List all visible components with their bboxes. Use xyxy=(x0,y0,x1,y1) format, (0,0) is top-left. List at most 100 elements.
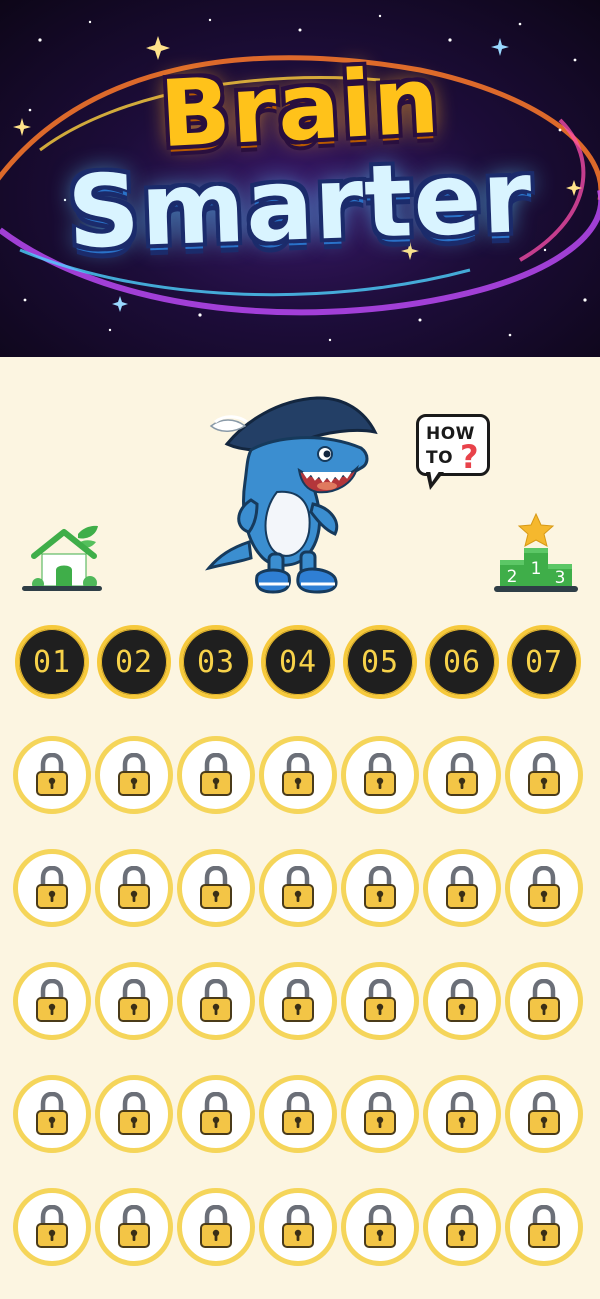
padlock-icon xyxy=(446,753,478,796)
padlock-icon xyxy=(200,1205,232,1248)
level-badge-locked xyxy=(259,849,337,927)
level-button-locked[interactable] xyxy=(257,734,339,816)
level-badge-locked xyxy=(505,962,583,1040)
podium-place-second: 2 xyxy=(507,567,518,587)
level-badge-unlocked: 06 xyxy=(425,625,499,699)
padlock-icon xyxy=(36,1092,68,1135)
padlock-icon xyxy=(364,979,396,1022)
level-badge-unlocked: 05 xyxy=(343,625,417,699)
level-badge-locked xyxy=(505,849,583,927)
level-button-locked[interactable] xyxy=(421,847,503,929)
level-badge-locked xyxy=(259,736,337,814)
level-button-locked[interactable] xyxy=(11,734,93,816)
padlock-icon xyxy=(528,866,560,909)
logo-title-line2: Smarter xyxy=(65,137,535,272)
level-button-locked[interactable] xyxy=(11,1073,93,1155)
level-button-locked[interactable] xyxy=(175,847,257,929)
level-button-locked[interactable] xyxy=(503,734,585,816)
level-button[interactable]: 01 xyxy=(11,621,93,703)
level-badge-locked xyxy=(423,1188,501,1266)
level-button-locked[interactable] xyxy=(93,1073,175,1155)
level-badge-locked xyxy=(95,962,173,1040)
level-button-locked[interactable] xyxy=(503,1186,585,1268)
level-badge-locked xyxy=(423,849,501,927)
padlock-icon xyxy=(364,866,396,909)
how-to-button[interactable]: HOW TO ? xyxy=(412,410,498,494)
padlock-icon xyxy=(200,979,232,1022)
level-button-locked[interactable] xyxy=(175,734,257,816)
padlock-icon xyxy=(36,1205,68,1248)
level-button-locked[interactable] xyxy=(339,960,421,1042)
level-badge-locked xyxy=(259,962,337,1040)
level-badge-locked xyxy=(177,1075,255,1153)
level-button-locked[interactable] xyxy=(339,734,421,816)
level-button-locked[interactable] xyxy=(421,1186,503,1268)
padlock-icon xyxy=(282,866,314,909)
padlock-icon xyxy=(528,1205,560,1248)
level-badge-locked xyxy=(13,962,91,1040)
level-button-locked[interactable] xyxy=(11,1186,93,1268)
padlock-icon xyxy=(36,866,68,909)
padlock-icon xyxy=(118,1092,150,1135)
level-button-locked[interactable] xyxy=(503,847,585,929)
home-button[interactable] xyxy=(20,520,104,596)
leaderboard-button[interactable]: 2 1 3 xyxy=(494,510,578,596)
pirate-shark-mascot xyxy=(204,392,381,600)
padlock-icon xyxy=(36,979,68,1022)
padlock-icon xyxy=(528,1092,560,1135)
level-number: 02 xyxy=(114,644,154,680)
padlock-icon xyxy=(200,1092,232,1135)
padlock-icon xyxy=(118,866,150,909)
level-button-locked[interactable] xyxy=(93,734,175,816)
level-button[interactable]: 03 xyxy=(175,621,257,703)
level-button-locked[interactable] xyxy=(503,960,585,1042)
level-button[interactable]: 07 xyxy=(503,621,585,703)
level-badge-unlocked: 04 xyxy=(261,625,335,699)
level-button-locked[interactable] xyxy=(257,1186,339,1268)
level-button[interactable]: 04 xyxy=(257,621,339,703)
level-badge-locked xyxy=(95,736,173,814)
level-badge-locked xyxy=(341,1075,419,1153)
level-badge-locked xyxy=(177,1188,255,1266)
level-badge-locked xyxy=(423,962,501,1040)
level-button-locked[interactable] xyxy=(93,960,175,1042)
level-button-locked[interactable] xyxy=(339,847,421,929)
level-badge-locked xyxy=(177,736,255,814)
level-button[interactable]: 06 xyxy=(421,621,503,703)
level-button-locked[interactable] xyxy=(93,847,175,929)
level-button-locked[interactable] xyxy=(421,1073,503,1155)
level-badge-locked xyxy=(13,1075,91,1153)
level-button-locked[interactable] xyxy=(339,1186,421,1268)
level-button[interactable]: 05 xyxy=(339,621,421,703)
level-badge-locked xyxy=(505,1188,583,1266)
padlock-icon xyxy=(446,979,478,1022)
level-button-locked[interactable] xyxy=(421,960,503,1042)
level-button-locked[interactable] xyxy=(257,1073,339,1155)
level-button[interactable]: 02 xyxy=(93,621,175,703)
level-badge-unlocked: 07 xyxy=(507,625,581,699)
level-button-locked[interactable] xyxy=(11,847,93,929)
level-button-locked[interactable] xyxy=(257,847,339,929)
level-button-locked[interactable] xyxy=(11,960,93,1042)
padlock-icon xyxy=(364,1205,396,1248)
level-number: 01 xyxy=(32,644,72,680)
level-button-locked[interactable] xyxy=(93,1186,175,1268)
level-number: 04 xyxy=(278,644,318,680)
level-badge-locked xyxy=(95,849,173,927)
level-button-locked[interactable] xyxy=(339,1073,421,1155)
level-button-locked[interactable] xyxy=(257,960,339,1042)
level-button-locked[interactable] xyxy=(175,1073,257,1155)
level-badge-locked xyxy=(13,1188,91,1266)
podium-place-first: 1 xyxy=(531,559,542,579)
padlock-icon xyxy=(364,1092,396,1135)
level-button-locked[interactable] xyxy=(503,1073,585,1155)
level-badge-locked xyxy=(505,736,583,814)
level-button-locked[interactable] xyxy=(175,1186,257,1268)
level-button-locked[interactable] xyxy=(421,734,503,816)
padlock-icon xyxy=(282,979,314,1022)
level-button-locked[interactable] xyxy=(175,960,257,1042)
level-badge-locked xyxy=(13,849,91,927)
padlock-icon xyxy=(364,753,396,796)
padlock-icon xyxy=(282,1205,314,1248)
padlock-icon xyxy=(446,1092,478,1135)
